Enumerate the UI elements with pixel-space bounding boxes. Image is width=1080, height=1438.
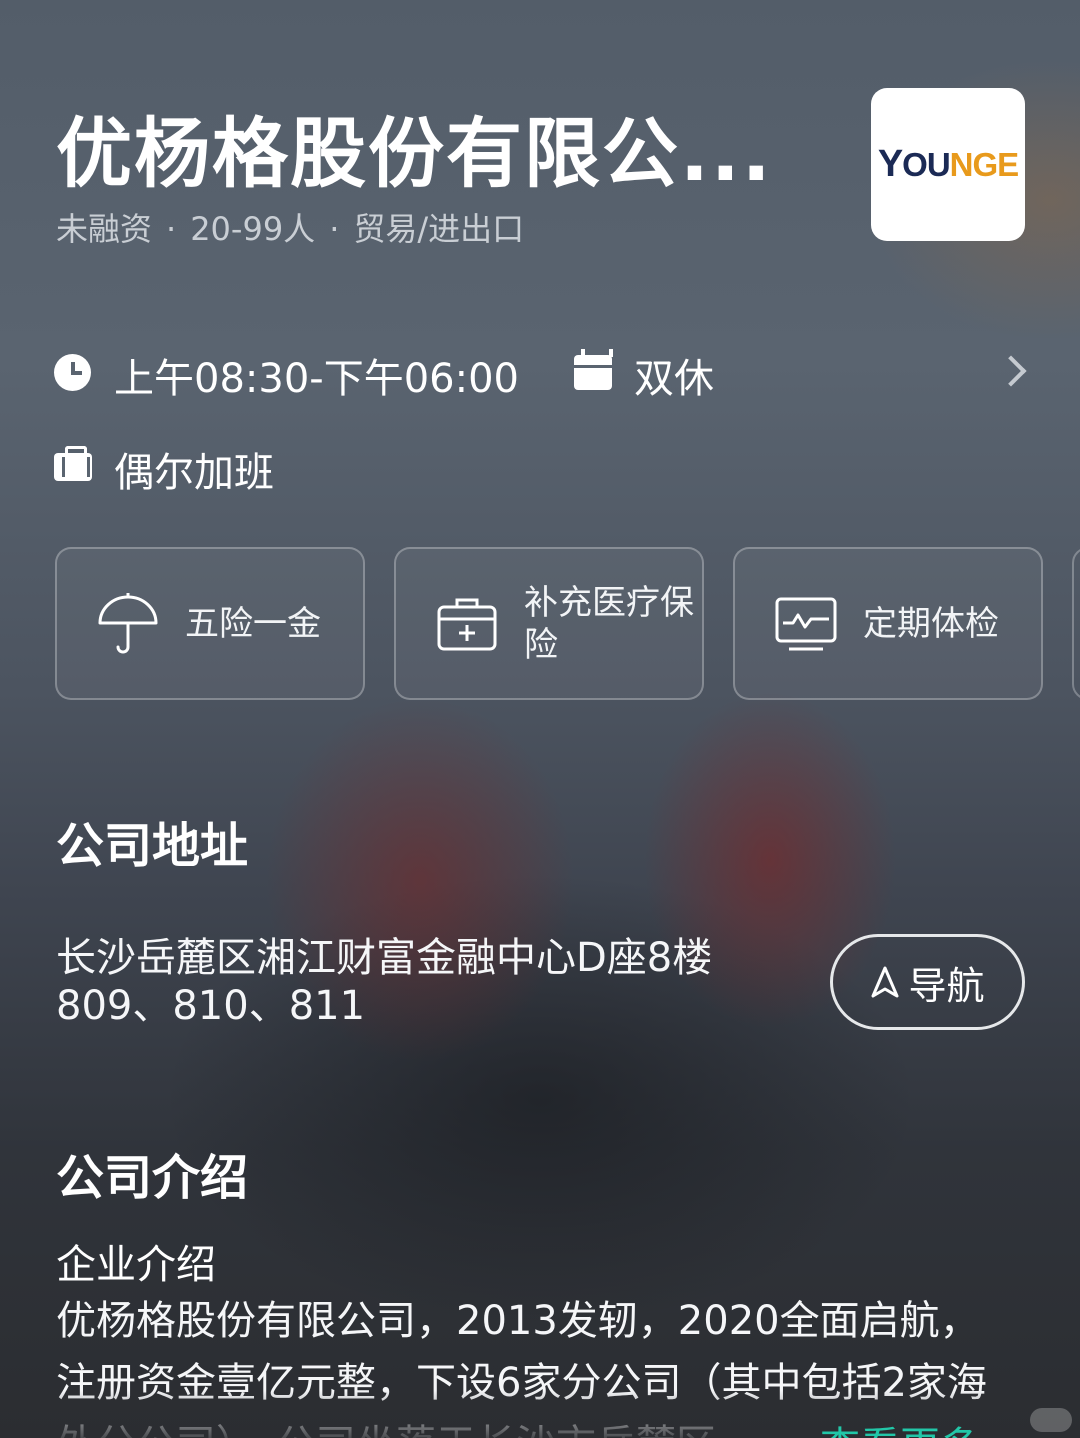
watermark — [1030, 1408, 1072, 1432]
intro-subtitle: 企业介绍 — [56, 1242, 216, 1288]
benefit-card-more[interactable] — [1072, 547, 1080, 700]
intro-section-title: 公司介绍 — [56, 1150, 249, 1206]
meta-separator: · — [329, 210, 340, 248]
logo-ou: OU — [902, 145, 950, 183]
umbrella-icon — [98, 593, 158, 654]
overtime-text: 偶尔加班 — [114, 450, 274, 496]
company-address: 长沙岳麓区湘江财富金融中心D座8楼809、810、811 — [56, 935, 713, 1029]
clock-icon — [54, 354, 91, 391]
chevron-right-icon[interactable] — [995, 355, 1027, 387]
navigation-arrow-icon — [871, 966, 899, 998]
company-logo[interactable]: Y OU NGE — [871, 88, 1025, 241]
monitor-pulse-icon — [775, 597, 837, 651]
see-more-link[interactable]: 查看更多 — [820, 1414, 980, 1438]
medical-kit-icon — [437, 598, 497, 651]
address-section-title: 公司地址 — [56, 818, 249, 874]
calendar-icon — [574, 349, 613, 390]
benefit-label: 补充医疗保险 — [524, 582, 694, 665]
work-schedule-row[interactable]: 上午08:30-下午06:00 双休 — [54, 346, 1034, 402]
logo-nge: NGE — [949, 145, 1020, 183]
meta-separator: · — [166, 210, 177, 248]
company-industry: 贸易/进出口 — [353, 210, 525, 248]
benefit-card-medical[interactable]: 补充医疗保险 — [394, 547, 704, 700]
navigate-label: 导航 — [908, 963, 985, 1008]
company-size: 20-99人 — [190, 210, 316, 248]
overtime-row: 偶尔加班 — [54, 440, 554, 496]
benefit-label: 定期体检 — [863, 603, 999, 644]
company-meta: 未融资 · 20-99人 · 贸易/进出口 — [56, 204, 524, 250]
benefit-card-insurance[interactable]: 五险一金 — [55, 547, 365, 700]
work-hours: 上午08:30-下午06:00 — [114, 356, 519, 402]
briefcase-icon — [54, 446, 92, 481]
funding-stage: 未融资 — [56, 210, 153, 248]
benefit-card-checkup[interactable]: 定期体检 — [733, 547, 1043, 700]
company-name: 优杨格股份有限公... — [56, 109, 773, 198]
rest-days: 双休 — [634, 356, 714, 402]
logo-y: Y — [877, 143, 903, 185]
benefit-label: 五险一金 — [185, 603, 321, 644]
navigate-button[interactable]: 导航 — [830, 934, 1025, 1030]
